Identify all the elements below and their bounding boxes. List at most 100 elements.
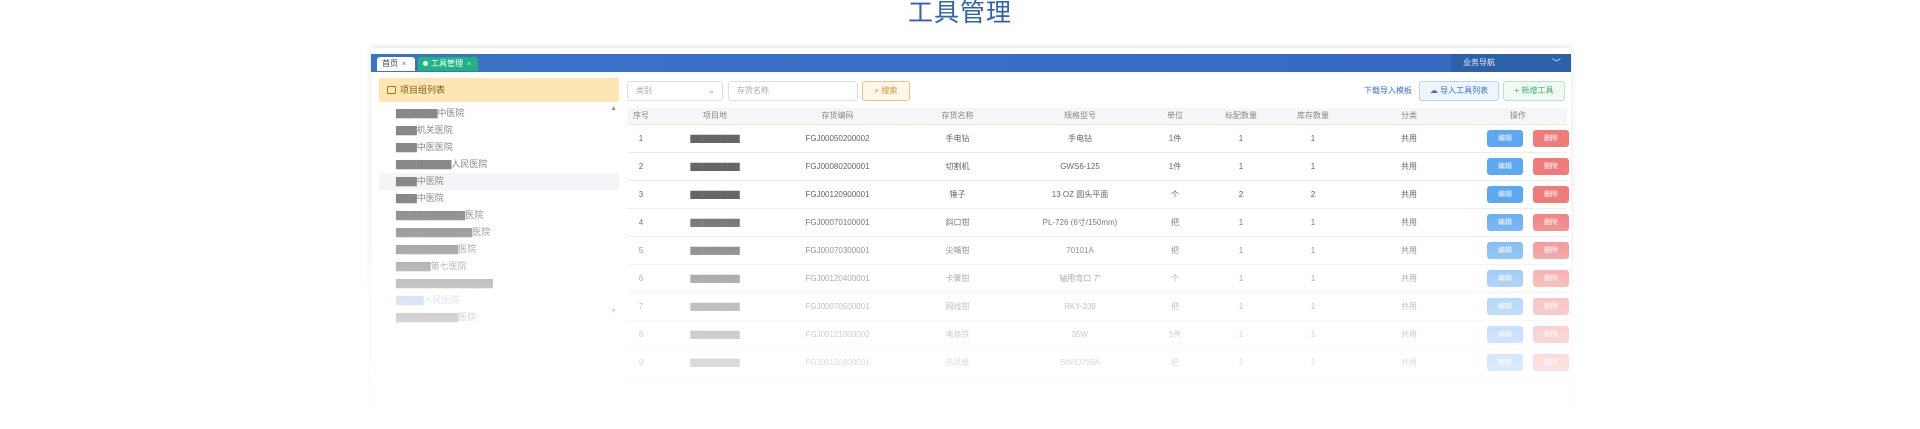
- cell-std: 2: [1238, 190, 1244, 199]
- tree-item[interactable]: ▇▇▇机关医院: [379, 122, 619, 139]
- edit-button[interactable]: 编辑: [1487, 214, 1523, 231]
- tools-table: 序号 项目地 存货编码 存货名称 规格型号 单位 标配数量 库存数量 分类 操作…: [627, 108, 1569, 377]
- tree-item[interactable]: ▇▇▇▇▇▇▇▇▇医院: [379, 309, 619, 326]
- cell-code: FGJ00070100001: [805, 218, 870, 227]
- tree-item[interactable]: ▇▇▇中医院: [379, 173, 619, 190]
- cell-unit: 1件: [1168, 330, 1182, 339]
- download-template-link[interactable]: 下载导入模板: [1364, 81, 1412, 101]
- cell-code: FGJ00120400001: [805, 274, 870, 283]
- col-spec: 规格型号: [1064, 111, 1096, 120]
- cell-spec: 手电钻: [1068, 134, 1092, 143]
- category-placeholder: 类别: [636, 86, 652, 95]
- business-nav-dropdown[interactable]: 业务导航 ﹀: [1451, 54, 1571, 72]
- table-row: 9 ▇▇▇▇▇▇▇▇ FGJ00120800001 热风枪 BW-D798A 把 1 1 共用 编…: [627, 349, 1569, 377]
- cell-project: ▇▇▇▇▇▇▇▇: [690, 162, 740, 171]
- scroll-up-icon[interactable]: ▲: [610, 105, 617, 112]
- table-row: 5 ▇▇▇▇▇▇▇▇ FGJ00070300001 尖嘴钳 70101A 把 1 1 共用 编辑删…: [627, 237, 1569, 265]
- import-tools-button[interactable]: ☁ 导入工具列表: [1419, 81, 1499, 101]
- cell-unit: 1件: [1168, 134, 1182, 143]
- tab-home[interactable]: 首页 ×: [377, 57, 415, 71]
- cell-name: 热风枪: [945, 358, 970, 367]
- edit-button[interactable]: 编辑: [1487, 130, 1523, 147]
- cell-no: 2: [638, 162, 644, 171]
- delete-button[interactable]: 删除: [1533, 186, 1569, 203]
- cell-code: FGJ00070300001: [805, 246, 870, 255]
- tree-item[interactable]: ▇▇▇▇▇▇▇▇▇▇医院: [379, 207, 619, 224]
- search-button-label: 搜索: [881, 86, 898, 95]
- table-row: 1 ▇▇▇▇▇▇▇▇ FGJ00050200002 手电钻 手电钻 1件 1 1 共用 编辑 删除: [627, 125, 1569, 153]
- cell-std: 1: [1238, 302, 1244, 311]
- cell-unit: 个: [1171, 190, 1179, 199]
- delete-button[interactable]: 删除: [1533, 354, 1569, 371]
- cell-code: FGJ00070500001: [805, 302, 870, 311]
- delete-button[interactable]: 删除: [1533, 242, 1569, 259]
- cell-name: 锤子: [949, 190, 966, 199]
- tree-item[interactable]: ▇▇▇▇▇▇▇▇▇▇▇医院: [379, 224, 619, 241]
- tree-item[interactable]: ▇▇▇中医院: [379, 190, 619, 207]
- cell-spec: 70101A: [1066, 246, 1094, 255]
- cell-cat: 共用: [1401, 134, 1417, 143]
- tree-item[interactable]: ▇▇▇▇▇▇▇▇▇医院: [379, 241, 619, 258]
- edit-button[interactable]: 编辑: [1487, 242, 1523, 259]
- name-search-input[interactable]: 存货名称: [728, 81, 858, 101]
- cell-cat: 共用: [1401, 302, 1417, 311]
- edit-button[interactable]: 编辑: [1487, 270, 1523, 287]
- cell-no: 6: [638, 274, 644, 283]
- scroll-down-icon[interactable]: ▼: [610, 308, 617, 315]
- cell-name: 斜口钳: [945, 218, 970, 227]
- delete-button[interactable]: 删除: [1533, 214, 1569, 231]
- tab-tools-label: 工具管理: [431, 59, 463, 68]
- cell-stock: 1: [1310, 358, 1316, 367]
- tree-item[interactable]: ▇▇▇中医医院: [379, 139, 619, 156]
- cell-stock: 1: [1310, 274, 1316, 283]
- edit-button[interactable]: 编辑: [1487, 298, 1523, 315]
- edit-button[interactable]: 编辑: [1487, 158, 1523, 175]
- folder-icon: [387, 86, 396, 94]
- cell-cat: 共用: [1401, 274, 1417, 283]
- table-row: 8 ▇▇▇▇▇▇▇▇ FGJ00121000002 电烙铁 35W 1件 1 1 共用 编辑 删除: [627, 321, 1569, 349]
- col-unit: 单位: [1167, 111, 1183, 120]
- cell-no: 9: [638, 358, 644, 367]
- tab-tools-close-icon[interactable]: ×: [467, 61, 471, 68]
- project-group-header: 项目组列表: [379, 78, 619, 102]
- cell-stock: 1: [1310, 162, 1316, 171]
- tab-tool-management[interactable]: 工具管理 ×: [418, 57, 478, 71]
- delete-button[interactable]: 删除: [1533, 298, 1569, 315]
- col-no: 序号: [633, 111, 649, 120]
- delete-button[interactable]: 删除: [1533, 270, 1569, 287]
- col-name: 存货名称: [941, 111, 974, 120]
- edit-button[interactable]: 编辑: [1487, 186, 1523, 203]
- cell-code: FGJ00080200001: [805, 162, 870, 171]
- col-std-qty: 标配数量: [1225, 111, 1257, 120]
- edit-button[interactable]: 编辑: [1487, 354, 1523, 371]
- table-row: 7 ▇▇▇▇▇▇▇▇ FGJ00070500001 网线钳 RKY-338 把 1 1 共用 编辑…: [627, 293, 1569, 321]
- cell-std: 1: [1238, 246, 1244, 255]
- cell-project: ▇▇▇▇▇▇▇▇: [690, 218, 740, 227]
- cell-unit: 把: [1171, 218, 1179, 227]
- tree-item[interactable]: ▇▇▇▇▇▇▇▇人民医院: [379, 156, 619, 173]
- add-tool-button[interactable]: + 新增工具: [1503, 81, 1565, 101]
- col-actions: 操作: [1510, 111, 1526, 120]
- cell-name: 卡簧钳: [945, 274, 970, 283]
- cell-code: FGJ00121000002: [805, 330, 870, 339]
- tree-item[interactable]: ▇▇▇▇▇第七医院: [379, 258, 619, 275]
- col-category: 分类: [1401, 111, 1417, 120]
- table-row: 3 ▇▇▇▇▇▇▇▇ FGJ00120900001 锤子 13 OZ 圆头平面 个 2 2 共用…: [627, 181, 1569, 209]
- cell-unit: 1件: [1168, 162, 1182, 171]
- delete-button[interactable]: 删除: [1533, 130, 1569, 147]
- cell-stock: 1: [1310, 330, 1316, 339]
- edit-button[interactable]: 编辑: [1487, 326, 1523, 343]
- tree-item[interactable]: ▇▇▇▇▇▇中医院: [379, 105, 619, 122]
- col-code: 存货编码: [821, 111, 854, 120]
- top-bar: 首页 × 工具管理 × 业务导航 ﹀: [371, 54, 1571, 72]
- delete-button[interactable]: 删除: [1533, 158, 1569, 175]
- tab-home-close-icon[interactable]: ×: [402, 61, 406, 68]
- cell-no: 5: [638, 246, 644, 255]
- cell-std: 1: [1238, 274, 1244, 283]
- delete-button[interactable]: 删除: [1533, 326, 1569, 343]
- tree-item[interactable]: ▇▇▇▇▇▇▇▇▇▇▇▇▇▇: [379, 275, 619, 292]
- category-select[interactable]: 类别 ⌄: [627, 81, 723, 101]
- cell-no: 4: [638, 218, 644, 227]
- search-button[interactable]: ⌕ 搜索: [862, 81, 910, 101]
- tree-item-selected[interactable]: ▇▇▇▇人民医院: [379, 292, 619, 309]
